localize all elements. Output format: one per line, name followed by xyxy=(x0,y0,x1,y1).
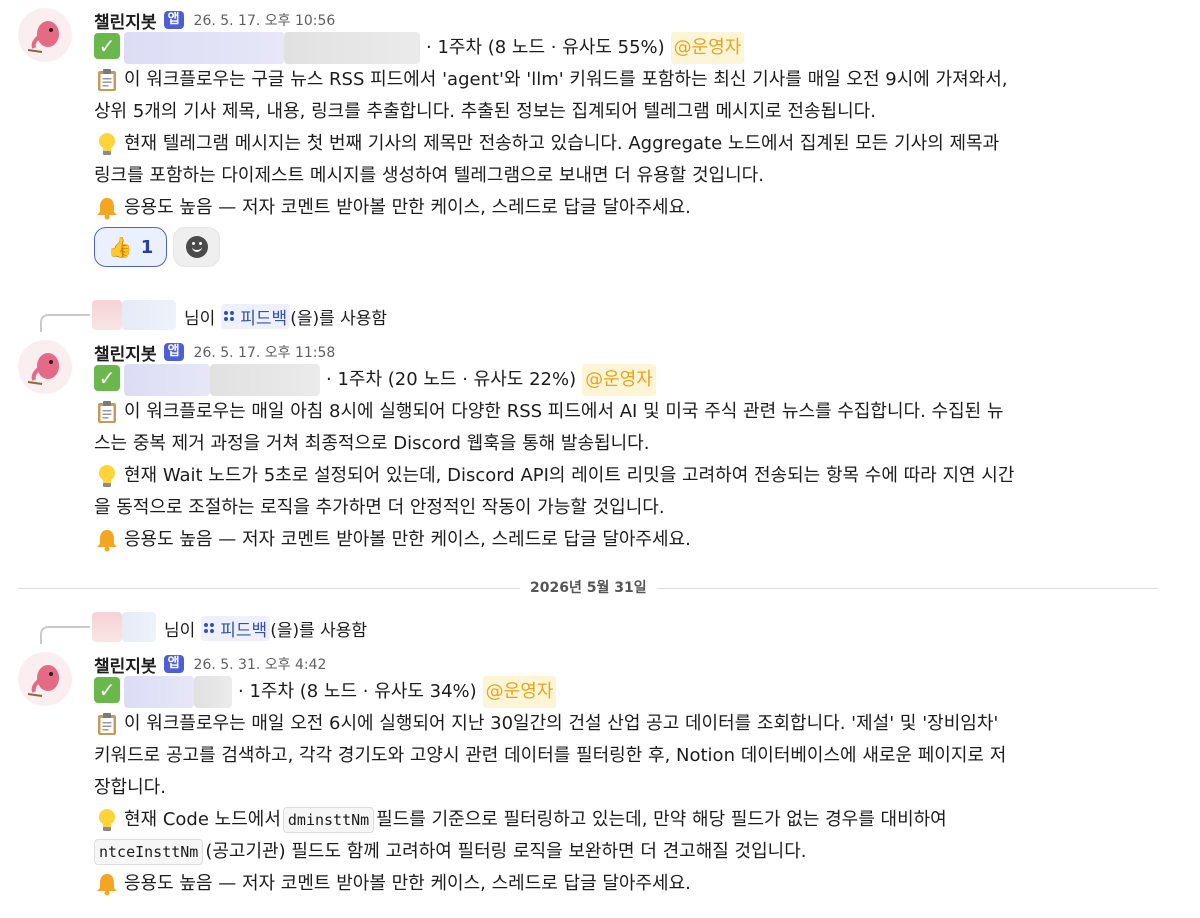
workflow-meta: · 1주차 (8 노드 · 유사도 55%) xyxy=(426,37,665,58)
app-badge: 앱 xyxy=(163,343,184,361)
title-line: ✓ · 1주차 (8 노드 · 유사도 55%) @운영자 xyxy=(94,32,1200,64)
mention[interactable]: @운영자 xyxy=(670,32,745,64)
check-mark-icon: ✓ xyxy=(94,365,120,391)
user-avatar[interactable] xyxy=(92,612,122,642)
mention[interactable]: @운영자 xyxy=(482,676,557,708)
timestamp[interactable]: 26. 5. 31. 오후 4:42 xyxy=(194,654,327,674)
author-name[interactable]: 챌린지봇 xyxy=(94,8,157,33)
redacted-title xyxy=(284,32,420,64)
summary-line: 키워드로 공고를 검색하고, 각각 경기도와 고양시 관련 데이터를 필터링한 … xyxy=(94,745,1007,766)
thread-context: 님이 피드백 (을)를 사용함 xyxy=(40,612,540,644)
tip-line: 을 동적으로 조절하는 로직을 추가하면 더 안정적인 작동이 가능할 것입니다… xyxy=(94,497,665,518)
check-mark-icon: ✓ xyxy=(94,677,120,703)
summary-line: 이 워크플로우는 매일 오전 6시에 실행되어 지난 30일간의 건설 산업 공… xyxy=(94,708,1200,740)
timestamp[interactable]: 26. 5. 17. 오후 10:56 xyxy=(194,10,336,30)
bot-avatar[interactable] xyxy=(18,8,72,62)
redacted-title xyxy=(194,676,232,708)
reaction-count: 1 xyxy=(140,236,154,258)
workflow-meta: · 1주차 (20 노드 · 유사도 22%) xyxy=(326,369,577,390)
message-header: 챌린지봇 앱 26. 5. 17. 오후 11:58 xyxy=(94,340,1200,365)
bell-icon xyxy=(97,530,117,552)
workflow-icon xyxy=(204,622,216,635)
light-bulb-icon xyxy=(99,465,115,487)
add-reaction-button[interactable] xyxy=(173,227,220,267)
bird-icon xyxy=(27,21,59,53)
thumbs-up-reaction[interactable]: 👍 1 xyxy=(94,227,167,267)
alert-line: 응용도 높음 — 저자 코멘트 받아볼 만한 케이스, 스레드로 답글 달아주세… xyxy=(94,524,1200,556)
clipboard-icon xyxy=(98,401,116,423)
thread-context: 님이 피드백 (을)를 사용함 xyxy=(40,300,540,332)
light-bulb-icon xyxy=(99,133,115,155)
tip-line: 현재 텔레그램 메시지는 첫 번째 기사의 제목만 전송하고 있습니다. Agg… xyxy=(94,128,1200,160)
message-header: 챌린지봇 앱 26. 5. 31. 오후 4:42 xyxy=(94,652,1200,677)
date-divider-label[interactable]: 2026년 5월 31일 xyxy=(520,578,657,598)
user-avatar[interactable] xyxy=(92,300,122,330)
tip-line: 현재 Wait 노드가 5초로 설정되어 있는데, Discord API의 레… xyxy=(94,460,1200,492)
summary-line: 이 워크플로우는 매일 아침 8시에 실행되어 다양한 RSS 피드에서 AI … xyxy=(94,396,1200,428)
author-name[interactable]: 챌린지봇 xyxy=(94,652,157,677)
workflow-chip[interactable]: 피드백 xyxy=(201,616,271,641)
redacted-author xyxy=(124,676,194,708)
bell-icon xyxy=(97,198,117,220)
redacted-author xyxy=(124,32,284,64)
tip-line: 현재 Code 노드에서 dminsttNm 필드를 기준으로 필터링하고 있는… xyxy=(94,804,1200,836)
summary-line: 상위 5개의 기사 제목, 내용, 링크를 추출합니다. 추출된 정보는 집계되… xyxy=(94,101,876,122)
thumbs-up-icon: 👍 xyxy=(107,235,133,259)
bird-icon xyxy=(27,353,59,385)
app-badge: 앱 xyxy=(163,11,184,29)
message-header: 챌린지봇 앱 26. 5. 17. 오후 10:56 xyxy=(94,8,1200,33)
thread-connector-line xyxy=(40,314,90,332)
check-mark-icon: ✓ xyxy=(94,33,120,59)
clipboard-icon xyxy=(98,713,116,735)
workflow-icon xyxy=(224,310,236,323)
smiley-face-icon xyxy=(185,236,208,258)
alert-line: 응용도 높음 — 저자 코멘트 받아볼 만한 케이스, 스레드로 답글 달아주세… xyxy=(94,192,1200,224)
mention[interactable]: @운영자 xyxy=(582,364,656,396)
bot-avatar[interactable] xyxy=(18,340,72,394)
alert-line: 응용도 높음 — 저자 코멘트 받아볼 만한 케이스, 스레드로 답글 달아주세… xyxy=(94,868,1200,900)
redacted-author xyxy=(124,364,210,396)
reactions-bar: 👍 1 xyxy=(94,227,220,267)
inline-code: ntceInsttNm xyxy=(94,839,204,865)
author-name[interactable]: 챌린지봇 xyxy=(94,340,157,365)
summary-line: 스는 중복 제거 과정을 거쳐 최종적으로 Discord 웹훅을 통해 발송됩… xyxy=(94,433,650,454)
redacted-username[interactable] xyxy=(122,612,156,642)
bell-icon xyxy=(97,874,117,896)
workflow-chip[interactable]: 피드백 xyxy=(221,304,291,329)
timestamp[interactable]: 26. 5. 17. 오후 11:58 xyxy=(194,342,336,362)
redacted-username[interactable] xyxy=(122,300,176,330)
tip-line: ntceInsttNm (공고기관) 필드도 함께 고려하여 필터링 로직을 보… xyxy=(94,836,1200,868)
thread-connector-line xyxy=(40,626,90,644)
redacted-title xyxy=(210,364,320,396)
light-bulb-icon xyxy=(99,809,115,831)
title-line: ✓ · 1주차 (20 노드 · 유사도 22%) @운영자 xyxy=(94,364,1200,396)
clipboard-icon xyxy=(98,69,116,91)
bot-avatar[interactable] xyxy=(18,652,72,706)
tip-line: 링크를 포함하는 다이제스트 메시지를 생성하여 텔레그램으로 보내면 더 유용… xyxy=(94,165,764,186)
summary-line: 이 워크플로우는 구글 뉴스 RSS 피드에서 'agent'와 'llm' 키… xyxy=(94,64,1200,96)
workflow-meta: · 1주차 (8 노드 · 유사도 34%) xyxy=(238,681,477,702)
summary-line: 장합니다. xyxy=(94,777,166,798)
bird-icon xyxy=(27,665,59,697)
app-badge: 앱 xyxy=(163,655,184,673)
title-line: ✓ · 1주차 (8 노드 · 유사도 34%) @운영자 xyxy=(94,676,1200,708)
inline-code: dminsttNm xyxy=(282,807,375,833)
